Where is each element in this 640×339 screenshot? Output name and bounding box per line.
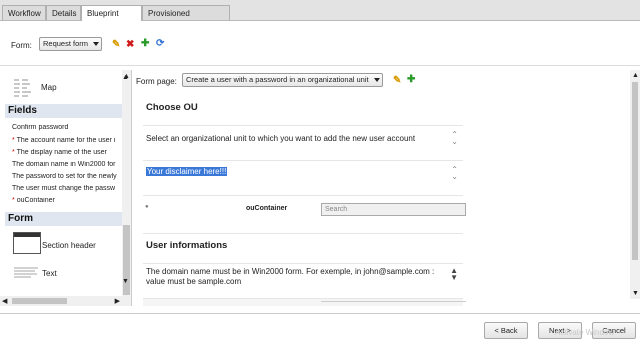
wizard-footer: < Back Next > Cancel bbox=[0, 313, 640, 339]
field-item[interactable]: The password to set for the newly bbox=[12, 173, 122, 180]
section-title: Choose OU bbox=[146, 102, 198, 113]
required-marker: * bbox=[12, 149, 15, 156]
tab-provisioned-resource[interactable]: Provisioned Resource bbox=[142, 5, 230, 33]
text-element[interactable]: Select an organizational unit to which y… bbox=[143, 126, 463, 161]
right-scrollbar[interactable]: ▲ ▼ bbox=[630, 70, 640, 299]
back-button[interactable]: < Back bbox=[484, 322, 528, 339]
tab-bar: Workflow Details Blueprint Form Provisio… bbox=[0, 0, 640, 33]
domain-text-line2: value must be sample.com bbox=[146, 277, 242, 286]
ou-container-label: ouContainer bbox=[246, 205, 288, 212]
form-designer: Form page: Create a user with a password… bbox=[122, 70, 640, 306]
left-horizontal-scrollbar[interactable]: ◀ ▶ bbox=[0, 296, 122, 306]
move-arrows-icon[interactable]: ⌃ ⌄ bbox=[451, 131, 458, 146]
form-select[interactable]: Request form bbox=[39, 37, 102, 51]
field-item[interactable]: Confirm password bbox=[12, 124, 122, 131]
expand-icon[interactable]: ▼ bbox=[122, 278, 129, 285]
scroll-up-icon[interactable]: ▲ bbox=[632, 72, 639, 79]
form-page-label: Form page: bbox=[136, 77, 177, 86]
field-item[interactable]: * The account name for the user i bbox=[12, 137, 122, 144]
text-element[interactable]: Your disclaimer here!!! ⌃ ⌄ bbox=[143, 161, 463, 196]
text-icon bbox=[13, 266, 39, 278]
fields-header: Fields bbox=[5, 104, 123, 118]
chevron-down-icon bbox=[374, 78, 380, 82]
ou-description: Select an organizational unit to which y… bbox=[146, 134, 416, 143]
field-item[interactable]: * ouContainer bbox=[12, 197, 122, 204]
form-label: Form: bbox=[11, 41, 32, 50]
map-icon bbox=[13, 76, 35, 98]
required-marker: * bbox=[12, 137, 15, 144]
text-element[interactable]: The domain name must be in Win2000 form.… bbox=[143, 264, 463, 299]
tab-workflow[interactable]: Workflow bbox=[2, 5, 46, 20]
domain-text-line1: The domain name must be in Win2000 form.… bbox=[146, 267, 435, 276]
form-header: Form bbox=[5, 212, 123, 226]
palette-item-text[interactable]: Text bbox=[42, 269, 57, 278]
tab-blueprint-form[interactable]: Blueprint Form bbox=[81, 5, 142, 33]
field-item[interactable]: The user must change the passw bbox=[12, 185, 122, 192]
form-page-select[interactable]: Create a user with a password in an orga… bbox=[182, 73, 383, 87]
section-title: User informations bbox=[146, 240, 228, 251]
search-input[interactable]: Search bbox=[321, 203, 466, 216]
disclaimer-text: Your disclaimer here!!! bbox=[146, 167, 228, 176]
add-icon[interactable]: ✚ bbox=[141, 39, 149, 49]
left-scrollbar[interactable]: ▲ bbox=[122, 70, 131, 306]
scrollbar-thumb[interactable] bbox=[12, 298, 67, 304]
form-toolbar: Form: Request form ✎ ✖ ✚ ⟳ bbox=[0, 21, 640, 66]
scroll-down-icon[interactable]: ▼ bbox=[632, 290, 639, 297]
delete-icon[interactable]: ✖ bbox=[126, 40, 134, 50]
move-arrows-icon[interactable]: ⌃ ⌄ bbox=[451, 166, 458, 181]
scroll-left-icon[interactable]: ◀ bbox=[2, 297, 7, 305]
form-page-select-value: Create a user with a password in an orga… bbox=[186, 75, 369, 84]
ou-container-field[interactable]: ● ouContainer Search bbox=[143, 196, 466, 234]
collapse-icon[interactable]: ▲ bbox=[122, 74, 129, 81]
form-select-value: Request form bbox=[43, 39, 89, 48]
scroll-right-icon[interactable]: ▶ bbox=[115, 297, 120, 305]
divider bbox=[321, 301, 466, 302]
section-header-icon bbox=[13, 232, 41, 254]
chevron-down-icon bbox=[93, 42, 99, 46]
tab-details[interactable]: Details bbox=[46, 5, 81, 20]
scrollbar-thumb[interactable] bbox=[632, 82, 638, 260]
refresh-icon[interactable]: ⟳ bbox=[156, 39, 164, 49]
form-canvas: Choose OU Select an organizational unit … bbox=[143, 96, 466, 306]
activate-windows-watermark: Activate Window bbox=[555, 328, 615, 337]
field-item[interactable]: * The display name of the user bbox=[12, 149, 122, 156]
required-marker: * bbox=[12, 197, 15, 204]
section-choose-ou[interactable]: Choose OU bbox=[143, 96, 463, 126]
edit-icon[interactable]: ✎ bbox=[393, 76, 401, 86]
field-item[interactable]: The domain name in Win2000 for bbox=[12, 161, 122, 168]
section-user-informations[interactable]: User informations bbox=[143, 234, 463, 264]
edit-icon[interactable]: ✎ bbox=[112, 40, 120, 50]
palette-item-map[interactable]: Map bbox=[41, 83, 57, 92]
palette-item-section-header[interactable]: Section header bbox=[42, 241, 96, 250]
move-arrows-icon[interactable]: ▲ ▼ bbox=[450, 267, 458, 282]
left-palette: Map Fields Confirm password * The accoun… bbox=[0, 70, 132, 306]
radio-icon: ● bbox=[145, 204, 149, 210]
add-page-icon[interactable]: ✚ bbox=[407, 75, 415, 85]
